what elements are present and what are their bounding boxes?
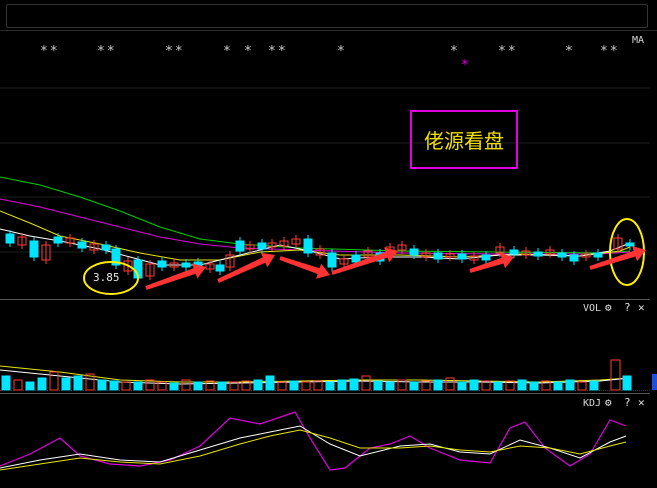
candle-down [351,254,361,263]
volume-chart[interactable] [0,318,650,392]
volume-bar [301,381,311,391]
volume-bar [445,377,455,391]
volume-bar [469,379,479,391]
volume-bar [325,381,335,391]
volume-bar [217,381,227,391]
signal-marker: ** [498,44,518,59]
volume-bar [493,381,503,391]
candle-down [593,252,603,258]
candle-down [77,241,87,249]
candle-down [181,262,191,268]
volume-baseline [0,390,650,391]
signal-marker: * [565,44,575,59]
volume-bar [97,379,107,391]
volume-bar [373,380,383,391]
candlestick-chart[interactable] [0,31,650,299]
signal-marker: * [223,44,233,59]
volume-bar [61,377,71,391]
signal-marker: * [450,44,460,59]
volume-bar [1,375,11,391]
kdj-line-j [0,411,627,471]
volume-bar [265,375,275,391]
volume-bar [529,381,539,391]
volume-bar [517,379,527,391]
vol-settings-icon[interactable]: ⚙ [605,301,612,314]
volume-bar [313,380,323,391]
signal-marker: ** [600,44,620,59]
volume-bar [109,380,119,391]
magenta-signal-marker: * [461,58,471,73]
volume-bar [133,381,143,391]
volume-bar [385,381,395,391]
candle-down [509,249,519,255]
volume-bar [457,381,467,391]
candle-down [327,252,337,268]
candle-down [53,236,63,244]
candle-down [481,254,491,261]
volume-bar [409,381,419,391]
volume-bar [277,381,287,391]
vol-close-button[interactable]: ✕ [638,301,645,314]
volume-bar [121,381,131,391]
signal-marker: ** [97,44,117,59]
volume-bar [349,378,359,391]
volume-bar [565,379,575,391]
stock-chart-window: MA ** ** ** * * ** * * ** * ** * 佬源看盘 3.85 VOL ⚙ ?… [0,0,657,488]
panel-divider-2 [0,393,650,394]
volume-bar [589,380,599,391]
signal-marker: ** [268,44,288,59]
top-toolbar [0,0,657,31]
volume-bar [553,381,563,391]
vol-help-button[interactable]: ? [624,301,631,314]
candle-down [625,242,635,247]
candle-down [533,251,543,257]
vol-panel-label: VOL [583,303,602,314]
volume-bar [289,380,299,391]
candle-down [557,252,567,258]
volume-bar [13,379,23,391]
volume-bar [337,379,347,391]
signal-marker: ** [165,44,185,59]
candle-down [215,264,225,272]
ma-indicator-label: MA [632,35,645,46]
candle-down [257,242,267,250]
scroll-edge-marker[interactable] [652,374,657,390]
volume-bar [622,375,632,391]
candle-down [29,240,39,258]
volume-bar [577,381,587,391]
watermark-box: 佬源看盘 [410,110,518,169]
watermark-text: 佬源看盘 [424,129,504,153]
signal-marker: * [244,44,254,59]
volume-bar [73,375,83,391]
signal-marker: ** [40,44,60,59]
low-price-annotation: 3.85 [93,271,120,284]
volume-bar [433,379,443,391]
volume-bar [610,359,621,391]
candle-down [433,252,443,260]
panel-divider [0,299,650,300]
kdj-line-d [0,429,627,471]
volume-bar [361,375,371,391]
candle-down [157,260,167,268]
candle-down [235,240,245,252]
volume-bar [37,377,47,391]
volume-bar [25,381,35,391]
candle-down [457,253,467,260]
toolbar-strip [6,4,648,28]
volume-bar [169,382,179,391]
volume-bar [253,379,263,391]
candle-down [5,233,15,244]
candle-down [303,238,313,254]
signal-marker: * [337,44,347,59]
candle-down [101,244,111,251]
volume-bar [193,381,203,391]
candle-down [409,248,419,256]
candle-down [569,254,579,262]
kdj-chart[interactable] [0,408,650,488]
